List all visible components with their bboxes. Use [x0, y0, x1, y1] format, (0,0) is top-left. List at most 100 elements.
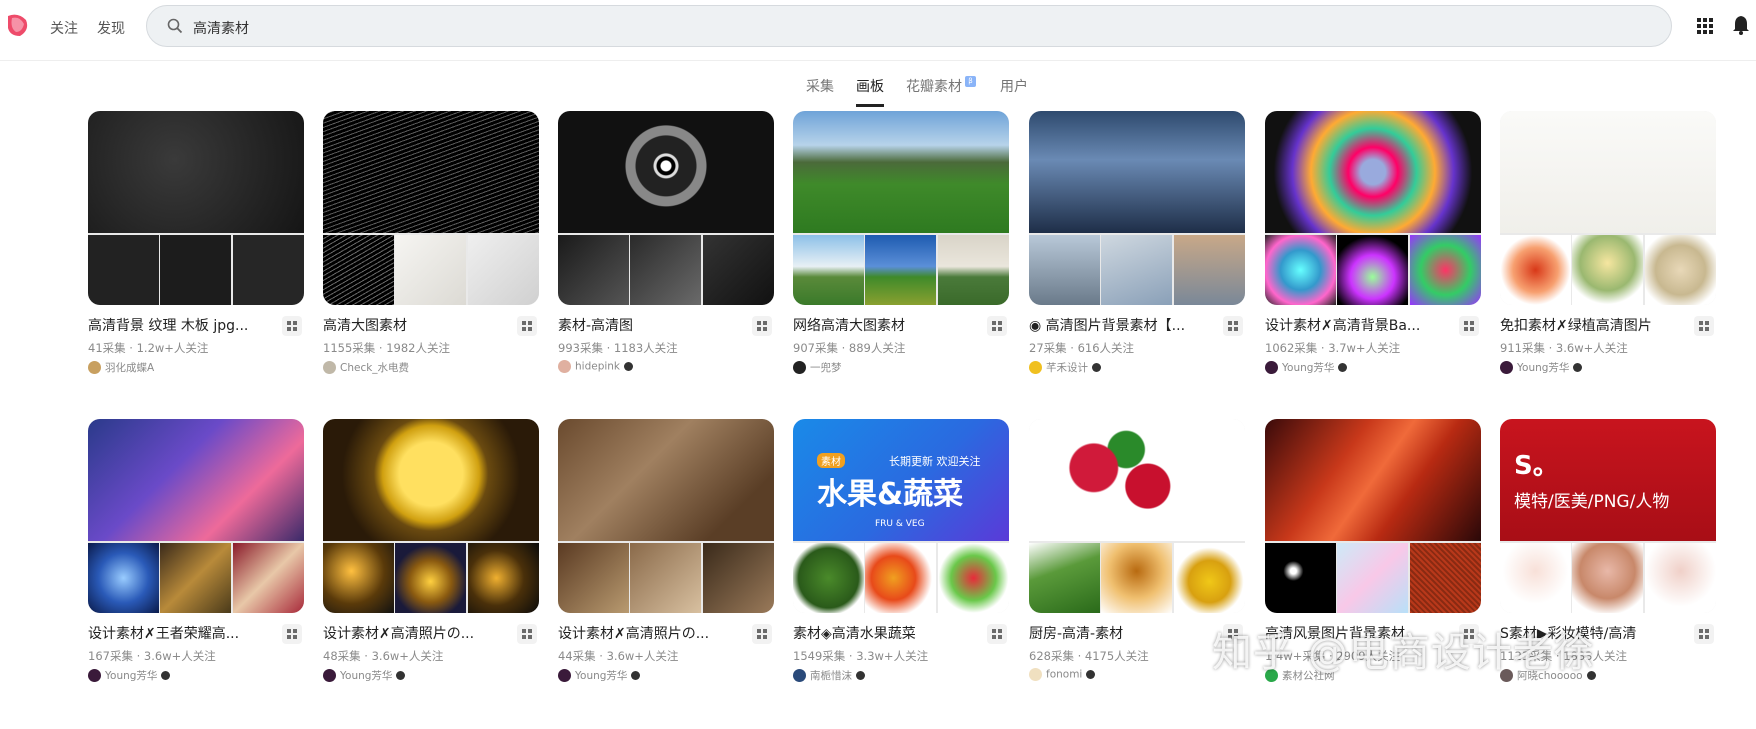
cover-thumb [323, 543, 394, 613]
board-more-icon[interactable] [282, 624, 302, 644]
cover-thumb [1500, 235, 1571, 305]
tab-boards[interactable]: 画板 [856, 76, 884, 107]
search-icon [167, 18, 183, 34]
cover-english: FRU & VEG [875, 519, 925, 529]
board-more-icon[interactable] [1694, 624, 1714, 644]
board-card: 网络高清大图素材 907采集 · 889人关注 一兜梦 [793, 111, 1009, 381]
board-owner[interactable]: Young芳华 [323, 668, 406, 684]
board-title[interactable]: 素材◈高清水果蔬菜 [793, 623, 973, 643]
cover-main-image [88, 419, 304, 541]
board-card: 高清背景 纹理 木板 jpg... 41采集 · 1.2w+人关注 羽化成蝶A [88, 111, 304, 381]
verified-icon [1092, 363, 1101, 372]
board-cover[interactable] [1029, 111, 1245, 305]
verified-icon [624, 362, 634, 371]
board-card: 设计素材✗高清照片の... 48采集 · 3.6w+人关注 Young芳华 [323, 419, 539, 689]
board-owner[interactable]: 芊禾设计 [1029, 360, 1101, 376]
board-more-icon[interactable] [987, 624, 1007, 644]
board-owner[interactable]: 一兜梦 [793, 360, 842, 376]
cover-thumb [558, 235, 629, 305]
cover-main-image [1029, 419, 1245, 541]
cover-main-image [1500, 111, 1716, 233]
board-title[interactable]: 设计素材✗王者荣耀高... [88, 623, 268, 643]
board-more-icon[interactable] [1223, 316, 1243, 336]
board-more-icon[interactable] [517, 316, 537, 336]
board-cover[interactable] [793, 111, 1009, 305]
nav-follow[interactable]: 关注 [50, 18, 78, 38]
huaban-logo[interactable] [4, 12, 30, 38]
board-card: 素材-高清图 993采集 · 1183人关注 hidepink [558, 111, 774, 381]
tab-huaban-materials[interactable]: 花瓣素材 β [906, 76, 976, 96]
board-title[interactable]: 设计素材✗高清背景Ba... [1265, 315, 1445, 335]
board-cover[interactable] [1265, 419, 1481, 613]
board-cover[interactable] [323, 419, 539, 613]
board-owner[interactable]: Young芳华 [558, 668, 641, 684]
cover-thumb [630, 543, 701, 613]
apps-grid-icon[interactable] [1696, 17, 1714, 35]
board-card: 高清大图素材 1155采集 · 1982人关注 Check_水电费 [323, 111, 539, 381]
cover-thumb [793, 543, 864, 613]
board-cover[interactable] [1029, 419, 1245, 613]
board-more-icon[interactable] [1694, 316, 1714, 336]
cover-thumb [630, 235, 701, 305]
board-owner[interactable]: Young芳华 [1265, 360, 1348, 376]
board-title[interactable]: ◉ 高清图片背景素材【... [1029, 315, 1209, 335]
board-more-icon[interactable] [1459, 316, 1479, 336]
board-title[interactable]: 网络高清大图素材 [793, 315, 973, 335]
board-cover[interactable] [88, 419, 304, 613]
board-more-icon[interactable] [987, 316, 1007, 336]
owner-name: 一兜梦 [810, 362, 842, 374]
board-stats: 48采集 · 3.6w+人关注 [323, 649, 444, 663]
cover-thumb [703, 543, 774, 613]
board-owner[interactable]: hidepink [558, 360, 634, 376]
tab-huaban-materials-label: 花瓣素材 [906, 79, 962, 95]
owner-name: Check_水电费 [340, 362, 410, 374]
verified-icon [631, 671, 641, 680]
cover-main-image [88, 111, 304, 233]
board-title[interactable]: 厨房-高清-素材 [1029, 623, 1209, 643]
board-cover[interactable] [88, 111, 304, 305]
tab-pins[interactable]: 采集 [806, 76, 834, 96]
board-owner[interactable]: fonomi [1029, 668, 1096, 684]
board-title[interactable]: 高清背景 纹理 木板 jpg... [88, 315, 268, 335]
search-input[interactable]: 高清素材 [193, 18, 249, 38]
board-cover[interactable] [323, 111, 539, 305]
search-bar[interactable]: 高清素材 [146, 5, 1672, 47]
board-more-icon[interactable] [517, 624, 537, 644]
cover-tag: 素材 [817, 453, 845, 468]
board-cover[interactable]: 素材 长期更新 欢迎关注 水果&蔬菜 FRU & VEG [793, 419, 1009, 613]
board-more-icon[interactable] [752, 316, 772, 336]
board-cover[interactable] [1265, 111, 1481, 305]
board-stats: 167采集 · 3.6w+人关注 [88, 649, 216, 663]
board-more-icon[interactable] [282, 316, 302, 336]
board-title[interactable]: 免扣素材✗绿植高清图片 [1500, 315, 1680, 335]
owner-name: hidepink [575, 360, 621, 373]
board-stats: 628采集 · 4175人关注 [1029, 649, 1149, 663]
board-owner[interactable]: Young芳华 [1500, 360, 1583, 376]
board-more-icon[interactable] [752, 624, 772, 644]
cover-thumb [1572, 235, 1643, 305]
board-title[interactable]: 设计素材✗高清照片の... [558, 623, 738, 643]
board-title[interactable]: 高清大图素材 [323, 315, 503, 335]
board-cover[interactable] [558, 111, 774, 305]
beta-badge: β [965, 76, 976, 87]
cover-thumb [1029, 543, 1100, 613]
board-cover[interactable]: S。 模特/医美/PNG/人物 [1500, 419, 1716, 613]
avatar [88, 361, 101, 374]
board-owner[interactable]: Young芳华 [88, 668, 171, 684]
board-owner[interactable]: Check_水电费 [323, 360, 409, 376]
owner-name: 羽化成蝶A [105, 362, 155, 374]
board-title[interactable]: 设计素材✗高清照片の... [323, 623, 503, 643]
cover-thumb [323, 235, 394, 305]
cover-main-image [558, 111, 774, 233]
board-title[interactable]: 素材-高清图 [558, 315, 738, 335]
cover-thumb [468, 543, 539, 613]
tab-users[interactable]: 用户 [1000, 76, 1028, 96]
board-owner[interactable]: 羽化成蝶A [88, 360, 154, 376]
board-owner[interactable]: 南栀惜沫 [793, 668, 865, 684]
bell-icon[interactable] [1732, 15, 1750, 35]
nav-discover[interactable]: 发现 [97, 18, 125, 38]
avatar [1029, 361, 1042, 374]
cover-main-image [793, 111, 1009, 233]
board-cover[interactable] [1500, 111, 1716, 305]
board-cover[interactable] [558, 419, 774, 613]
